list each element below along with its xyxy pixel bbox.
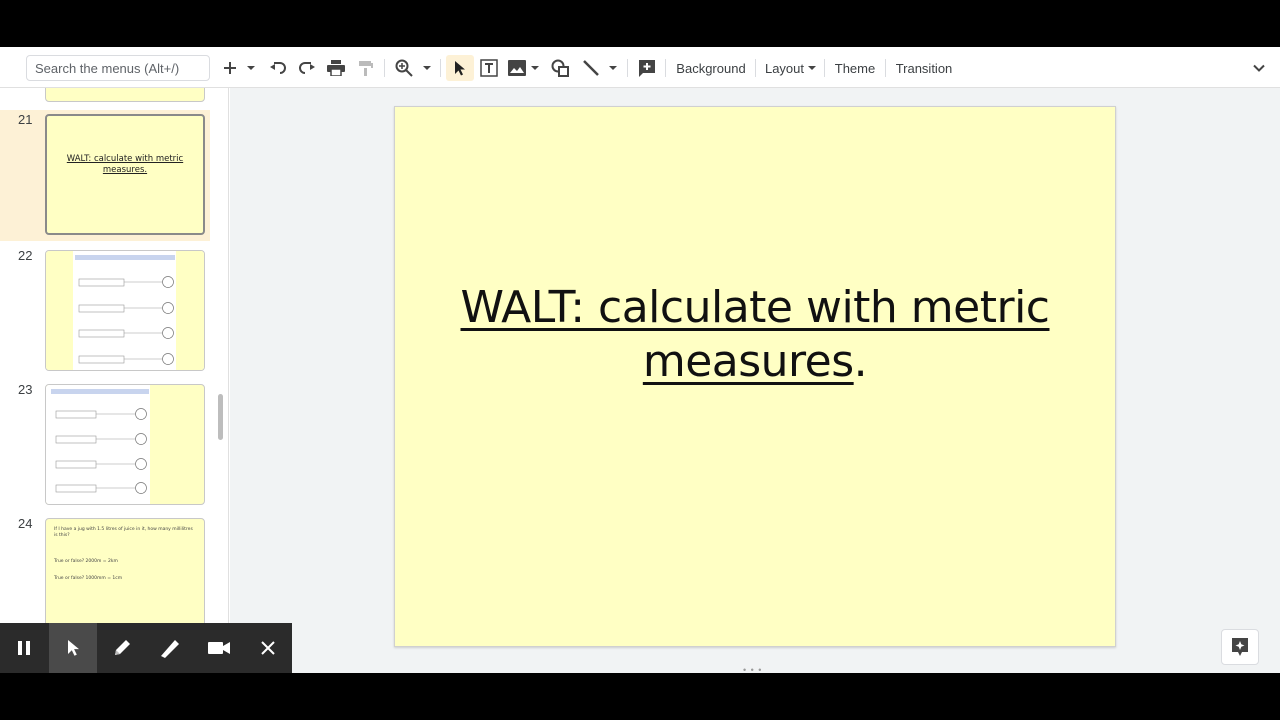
print-icon — [327, 60, 345, 76]
zoom-button[interactable] — [392, 55, 416, 81]
slide-number: 23 — [18, 382, 33, 397]
explore-icon — [1232, 638, 1248, 656]
paint-format-icon — [359, 61, 373, 76]
slide-number: 22 — [18, 248, 33, 263]
divider — [755, 59, 756, 77]
line-dropdown[interactable] — [605, 55, 621, 81]
divider — [440, 59, 441, 77]
redo-button[interactable] — [295, 55, 319, 81]
divider — [627, 59, 628, 77]
caret-down-icon — [609, 66, 617, 70]
insert-image-dropdown[interactable] — [528, 55, 542, 81]
recording-toolbar — [0, 623, 292, 673]
slide-thumbnail-21[interactable]: WALT: calculate with metric measures. — [45, 114, 205, 235]
text-box-button[interactable] — [477, 55, 501, 81]
chevron-up-icon — [1253, 64, 1265, 72]
print-button[interactable] — [324, 55, 348, 81]
camera-icon — [208, 642, 231, 654]
toolbar: Background Layout Theme Transition — [0, 47, 1280, 88]
shape-icon — [551, 59, 569, 77]
cursor-icon — [455, 61, 465, 76]
close-recording-button[interactable] — [243, 623, 292, 673]
plus-icon — [224, 62, 236, 74]
slide-item-23[interactable]: 23 — [0, 380, 210, 511]
explore-button[interactable] — [1221, 629, 1259, 665]
layout-label: Layout — [764, 60, 805, 76]
divider — [885, 59, 886, 77]
add-comment-icon — [639, 60, 655, 77]
highlighter-tool-button[interactable] — [146, 623, 195, 673]
shape-button[interactable] — [548, 55, 572, 81]
line-button[interactable] — [579, 55, 603, 81]
slide-thumbnail-24[interactable]: If I have a jug with 1.5 litres of juice… — [45, 518, 205, 639]
line-icon — [583, 60, 599, 76]
worksheet-preview — [46, 385, 150, 504]
slide-thumbnail-23[interactable] — [45, 384, 205, 505]
caret-down-icon — [808, 66, 817, 70]
worksheet-preview — [46, 251, 204, 370]
theme-button[interactable]: Theme — [830, 55, 880, 81]
pause-button[interactable] — [0, 623, 49, 673]
divider — [824, 59, 825, 77]
pen-tool-button[interactable] — [97, 623, 146, 673]
divider — [384, 59, 385, 77]
pause-icon — [18, 641, 31, 655]
slide-item-22[interactable]: 22 — [0, 246, 210, 377]
transition-button[interactable]: Transition — [892, 55, 956, 81]
slide-number: 21 — [18, 112, 33, 127]
caret-down-icon — [247, 66, 255, 70]
select-tool-button[interactable] — [446, 55, 474, 81]
pointer-icon — [68, 640, 79, 656]
insert-image-button[interactable] — [506, 55, 528, 81]
thumbnail-title: WALT: calculate with metric measures. — [66, 154, 184, 175]
add-comment-button[interactable] — [635, 55, 659, 81]
new-slide-dropdown[interactable] — [243, 55, 259, 81]
slide[interactable]: WALT: calculate with metric measures. — [394, 106, 1116, 647]
slides-editor: Background Layout Theme Transition 21 WA… — [0, 47, 1280, 673]
divider — [665, 59, 666, 77]
zoom-dropdown[interactable] — [419, 55, 435, 81]
slide-thumbnail-22[interactable] — [45, 250, 205, 371]
slide-item-21[interactable]: 21 WALT: calculate with metric measures. — [0, 110, 210, 241]
title-line-2: measures — [642, 336, 854, 387]
collapse-toolbar-button[interactable] — [1248, 55, 1270, 81]
slide-thumbnail-20[interactable] — [45, 88, 205, 102]
redo-icon — [299, 62, 315, 74]
highlighter-icon — [161, 640, 180, 658]
panel-resize-handle[interactable]: • • • — [743, 665, 762, 673]
text-box-icon — [480, 59, 498, 77]
search-menus-input[interactable] — [26, 55, 210, 81]
zoom-icon — [395, 59, 413, 77]
pen-icon — [114, 640, 130, 655]
title-period: . — [853, 336, 868, 387]
title-line-1: WALT: calculate with metric — [460, 282, 1051, 333]
close-icon — [260, 641, 275, 655]
caret-down-icon — [531, 66, 539, 70]
image-icon — [508, 60, 526, 76]
caret-down-icon — [423, 66, 431, 70]
background-button[interactable]: Background — [672, 55, 750, 81]
slide-number: 24 — [18, 516, 33, 531]
thumbnail-text-line: True or false? 1000mm = 1cm — [54, 576, 123, 581]
new-slide-button[interactable] — [218, 55, 242, 81]
undo-button[interactable] — [266, 55, 290, 81]
thumbnail-text-line: True or false? 2000m = 2km — [54, 559, 118, 564]
slide-filmstrip[interactable]: 21 WALT: calculate with metric measures.… — [0, 88, 229, 673]
paint-format-button[interactable] — [354, 55, 378, 81]
camera-button[interactable] — [195, 623, 244, 673]
layout-button[interactable]: Layout — [762, 55, 820, 81]
undo-icon — [270, 62, 286, 74]
slide-title[interactable]: WALT: calculate with metric measures. — [425, 281, 1085, 389]
slide-canvas: WALT: calculate with metric measures. • •… — [230, 88, 1280, 673]
thumbnail-text-line: If I have a jug with 1.5 litres of juice… — [54, 527, 193, 538]
pointer-tool-button[interactable] — [48, 623, 98, 673]
filmstrip-scrollbar[interactable] — [218, 394, 223, 440]
